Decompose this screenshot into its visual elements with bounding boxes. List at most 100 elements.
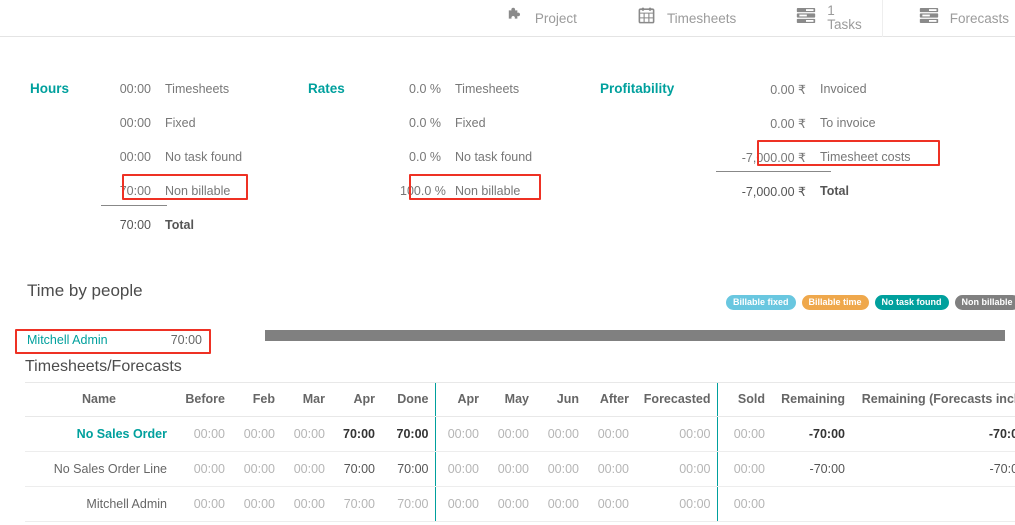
project-overview-page: Project Timesheets 1 Tasks Forecasts Hou… xyxy=(0,0,1015,525)
cell-may: 00:00 xyxy=(485,451,535,487)
cell-after: 00:00 xyxy=(585,486,635,522)
stat-row-rates-non-billable: 100.0 % Non billable xyxy=(400,180,520,202)
stat-label: Non billable xyxy=(455,184,521,198)
col-header-mar[interactable]: Mar xyxy=(281,382,331,417)
stat-row-hours-total: 70:00 Total xyxy=(110,214,194,236)
stat-total-rule-profitability xyxy=(716,171,831,172)
cell-feb: 00:00 xyxy=(231,416,281,452)
stat-title-profitability: Profitability xyxy=(600,81,675,96)
cell-remaining: -70:00 xyxy=(771,451,851,487)
row-name[interactable]: No Sales Order Line xyxy=(25,451,173,487)
stat-total-label: Total xyxy=(165,218,194,232)
stat-value: 0.0 % xyxy=(409,150,441,164)
cell-forecasted: 00:00 xyxy=(635,486,717,522)
nav-button-timesheets[interactable]: Timesheets xyxy=(631,0,742,36)
col-header-feb[interactable]: Feb xyxy=(231,382,281,417)
col-header-after[interactable]: After xyxy=(585,382,635,417)
nav-button-forecasts[interactable]: Forecasts xyxy=(913,0,1015,36)
stat-label: Timesheet costs xyxy=(820,150,911,164)
nav-label-timesheets: Timesheets xyxy=(666,10,737,26)
stat-value: 0.00 ₹ xyxy=(770,116,806,131)
cell-apr-forecast: 00:00 xyxy=(434,416,485,452)
cell-may: 00:00 xyxy=(485,486,535,522)
stat-value: 00:00 xyxy=(119,116,151,130)
row-name[interactable]: No Sales Order xyxy=(25,416,173,452)
cell-remaining: -70:00 xyxy=(771,416,851,452)
col-header-jun[interactable]: Jun xyxy=(535,382,585,417)
people-row-mitchell-admin[interactable]: Mitchell Admin 70:00 xyxy=(27,333,202,347)
cell-apr: 70:00 xyxy=(331,451,381,487)
cell-remaining xyxy=(771,486,851,522)
stat-total-rule-hours xyxy=(101,205,167,206)
cell-jun: 00:00 xyxy=(535,486,585,522)
table-row[interactable]: No Sales Order 00:00 00:00 00:00 70:00 7… xyxy=(25,416,1015,452)
cell-remaining-forecasts xyxy=(851,486,1015,522)
cell-mar: 00:00 xyxy=(281,451,331,487)
cell-jun: 00:00 xyxy=(535,416,585,452)
cell-feb: 00:00 xyxy=(231,451,281,487)
stat-label: Non billable xyxy=(165,184,231,198)
people-name[interactable]: Mitchell Admin xyxy=(27,333,108,347)
table-title: Timesheets/Forecasts xyxy=(25,358,182,375)
legend-badge-no-task-found: No task found xyxy=(874,295,949,310)
col-header-apr-forecast[interactable]: Apr xyxy=(434,382,485,417)
stat-value: 100.0 % xyxy=(400,184,446,198)
table-row[interactable]: No Sales Order Line 00:00 00:00 00:00 70… xyxy=(25,451,1015,487)
stat-value: 00:00 xyxy=(119,82,151,96)
cell-sold: 00:00 xyxy=(716,486,771,522)
col-header-sold[interactable]: Sold xyxy=(716,382,771,417)
stat-total-label: Total xyxy=(820,184,849,198)
stat-row-hours-non-billable: 70:00 Non billable xyxy=(110,180,231,202)
stat-label: No task found xyxy=(455,150,533,164)
col-header-before[interactable]: Before xyxy=(173,382,231,417)
people-value: 70:00 xyxy=(170,333,202,347)
col-header-may[interactable]: May xyxy=(485,382,535,417)
list-icon xyxy=(796,7,816,29)
nav-tasks-count: 1 xyxy=(827,3,835,19)
stat-row-profit-to-invoice: 0.00 ₹ To invoice xyxy=(710,112,875,134)
stat-value: -7,000.00 ₹ xyxy=(741,150,806,165)
stat-label: Invoiced xyxy=(820,82,867,96)
puzzle-piece-icon xyxy=(505,6,524,30)
cell-done: 70:00 xyxy=(381,451,435,487)
col-header-name[interactable]: Name xyxy=(25,382,173,417)
cell-feb: 00:00 xyxy=(231,486,281,522)
stat-row-profit-total: -7,000.00 ₹ Total xyxy=(710,180,849,202)
cell-mar: 00:00 xyxy=(281,486,331,522)
col-header-remaining-forecasts[interactable]: Remaining (Forecasts incl.) xyxy=(851,382,1015,417)
stat-row-hours-fixed: 00:00 Fixed xyxy=(110,112,196,134)
legend-badge-non-billable: Non billable xyxy=(954,295,1015,310)
legend-badge-billable-time: Billable time xyxy=(801,295,869,310)
calendar-icon xyxy=(637,6,656,30)
top-navigation-bar: Project Timesheets 1 Tasks Forecasts xyxy=(0,0,1015,37)
nav-button-project[interactable]: Project xyxy=(499,0,583,36)
nav-label-forecasts: Forecasts xyxy=(949,10,1009,26)
stat-row-profit-timesheet-costs: -7,000.00 ₹ Timesheet costs xyxy=(710,146,911,168)
col-header-done[interactable]: Done xyxy=(381,382,435,417)
stat-value: 0.0 % xyxy=(409,116,441,130)
stat-row-rates-no-task-found: 0.0 % No task found xyxy=(400,146,532,168)
cell-jun: 00:00 xyxy=(535,451,585,487)
stat-total-value: 70:00 xyxy=(119,218,151,232)
stat-label: No task found xyxy=(165,150,243,164)
nav-divider xyxy=(881,0,883,37)
nav-button-tasks[interactable]: 1 Tasks xyxy=(790,0,868,36)
stat-row-profit-invoiced: 0.00 ₹ Invoiced xyxy=(710,78,867,100)
nav-label-tasks: Tasks xyxy=(827,17,862,32)
col-header-remaining[interactable]: Remaining xyxy=(771,382,851,417)
timesheets-forecasts-section: Timesheets/Forecasts Name Before Feb Mar… xyxy=(25,358,1015,522)
nav-tasks-stack: 1 Tasks xyxy=(827,4,862,32)
cell-apr-forecast: 00:00 xyxy=(434,451,485,487)
col-header-forecasted[interactable]: Forecasted xyxy=(635,382,717,417)
table-row[interactable]: Mitchell Admin 00:00 00:00 00:00 70:00 7… xyxy=(25,486,1015,522)
stat-row-rates-timesheets: 0.0 % Timesheets xyxy=(400,78,519,100)
cell-before: 00:00 xyxy=(173,486,231,522)
stat-value: 0.00 ₹ xyxy=(770,82,806,97)
row-name[interactable]: Mitchell Admin xyxy=(25,486,173,522)
cell-before: 00:00 xyxy=(173,451,231,487)
cell-sold: 00:00 xyxy=(716,451,771,487)
stat-label: Fixed xyxy=(165,116,196,130)
col-header-apr[interactable]: Apr xyxy=(331,382,381,417)
section-title-time-by-people: Time by people xyxy=(27,281,143,301)
cell-remaining-forecasts: -70:00 xyxy=(851,416,1015,452)
